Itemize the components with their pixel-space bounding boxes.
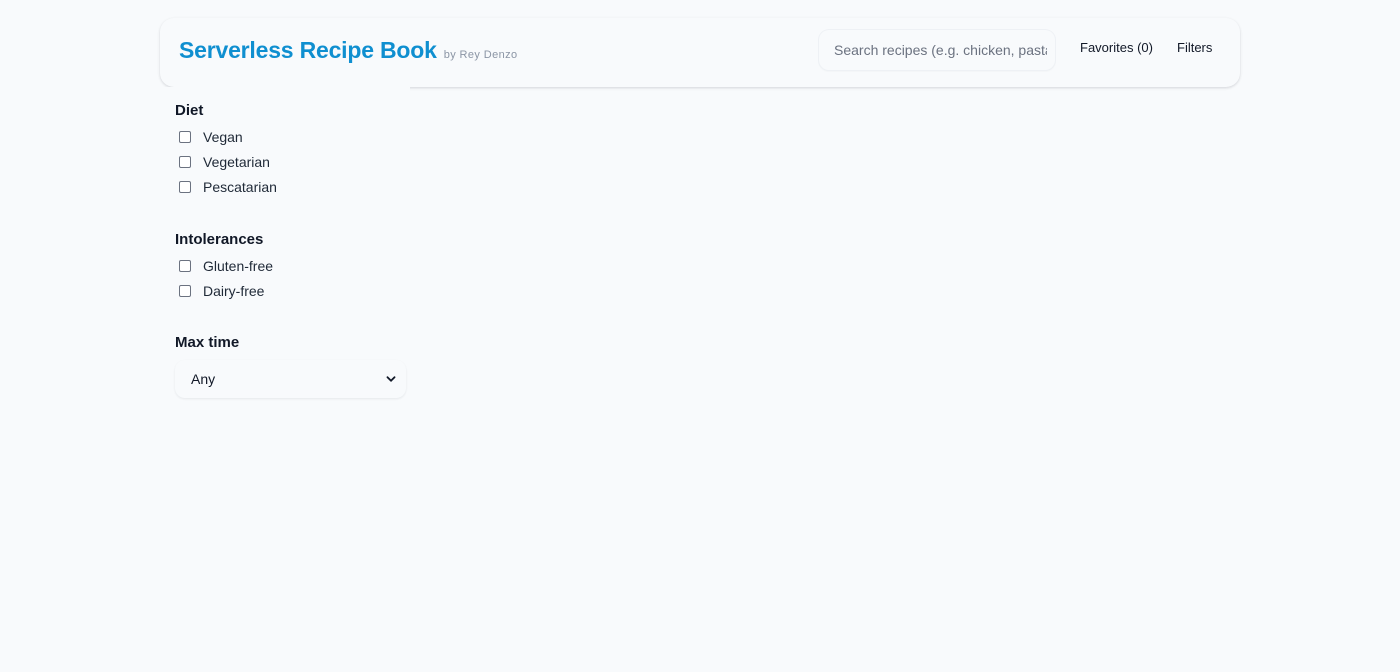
favorites-button[interactable]: Favorites (0) <box>1080 40 1153 55</box>
option-label: Pescatarian <box>203 179 277 195</box>
max-time-filter-title: Max time <box>175 334 240 351</box>
app-title[interactable]: Serverless Recipe Book <box>179 37 437 64</box>
option-label: Vegan <box>203 129 243 145</box>
option-label: Gluten-free <box>203 258 274 274</box>
intolerance-option-gluten-free[interactable]: Gluten-free <box>179 257 273 275</box>
app-header: Serverless Recipe Book by Rey Denzo Favo… <box>160 18 1240 87</box>
pescatarian-checkbox[interactable] <box>179 181 191 193</box>
diet-option-pescatarian[interactable]: Pescatarian <box>179 178 277 196</box>
vegetarian-checkbox[interactable] <box>179 156 191 168</box>
filters-button[interactable]: Filters <box>1177 40 1212 55</box>
app-byline: by Rey Denzo <box>443 49 518 61</box>
dairy-free-checkbox[interactable] <box>179 285 191 297</box>
gluten-free-checkbox[interactable] <box>179 260 191 272</box>
intolerances-filter-title: Intolerances <box>175 231 264 248</box>
search-input[interactable] <box>819 30 1055 70</box>
option-label: Vegetarian <box>203 154 270 170</box>
vegan-checkbox[interactable] <box>179 131 191 143</box>
max-time-select[interactable]: Any <box>175 360 406 398</box>
option-label: Dairy-free <box>203 283 265 299</box>
diet-option-vegetarian[interactable]: Vegetarian <box>179 153 270 171</box>
diet-option-vegan[interactable]: Vegan <box>179 128 243 146</box>
max-time-selected-value: Any <box>191 371 216 387</box>
diet-filter-title: Diet <box>175 102 204 119</box>
brand: Serverless Recipe Book by Rey Denzo <box>179 37 518 64</box>
intolerance-option-dairy-free[interactable]: Dairy-free <box>179 282 264 300</box>
chevron-down-icon <box>386 376 396 382</box>
filters-panel: Diet Vegan Vegetarian Pescatarian Intole… <box>160 87 410 407</box>
